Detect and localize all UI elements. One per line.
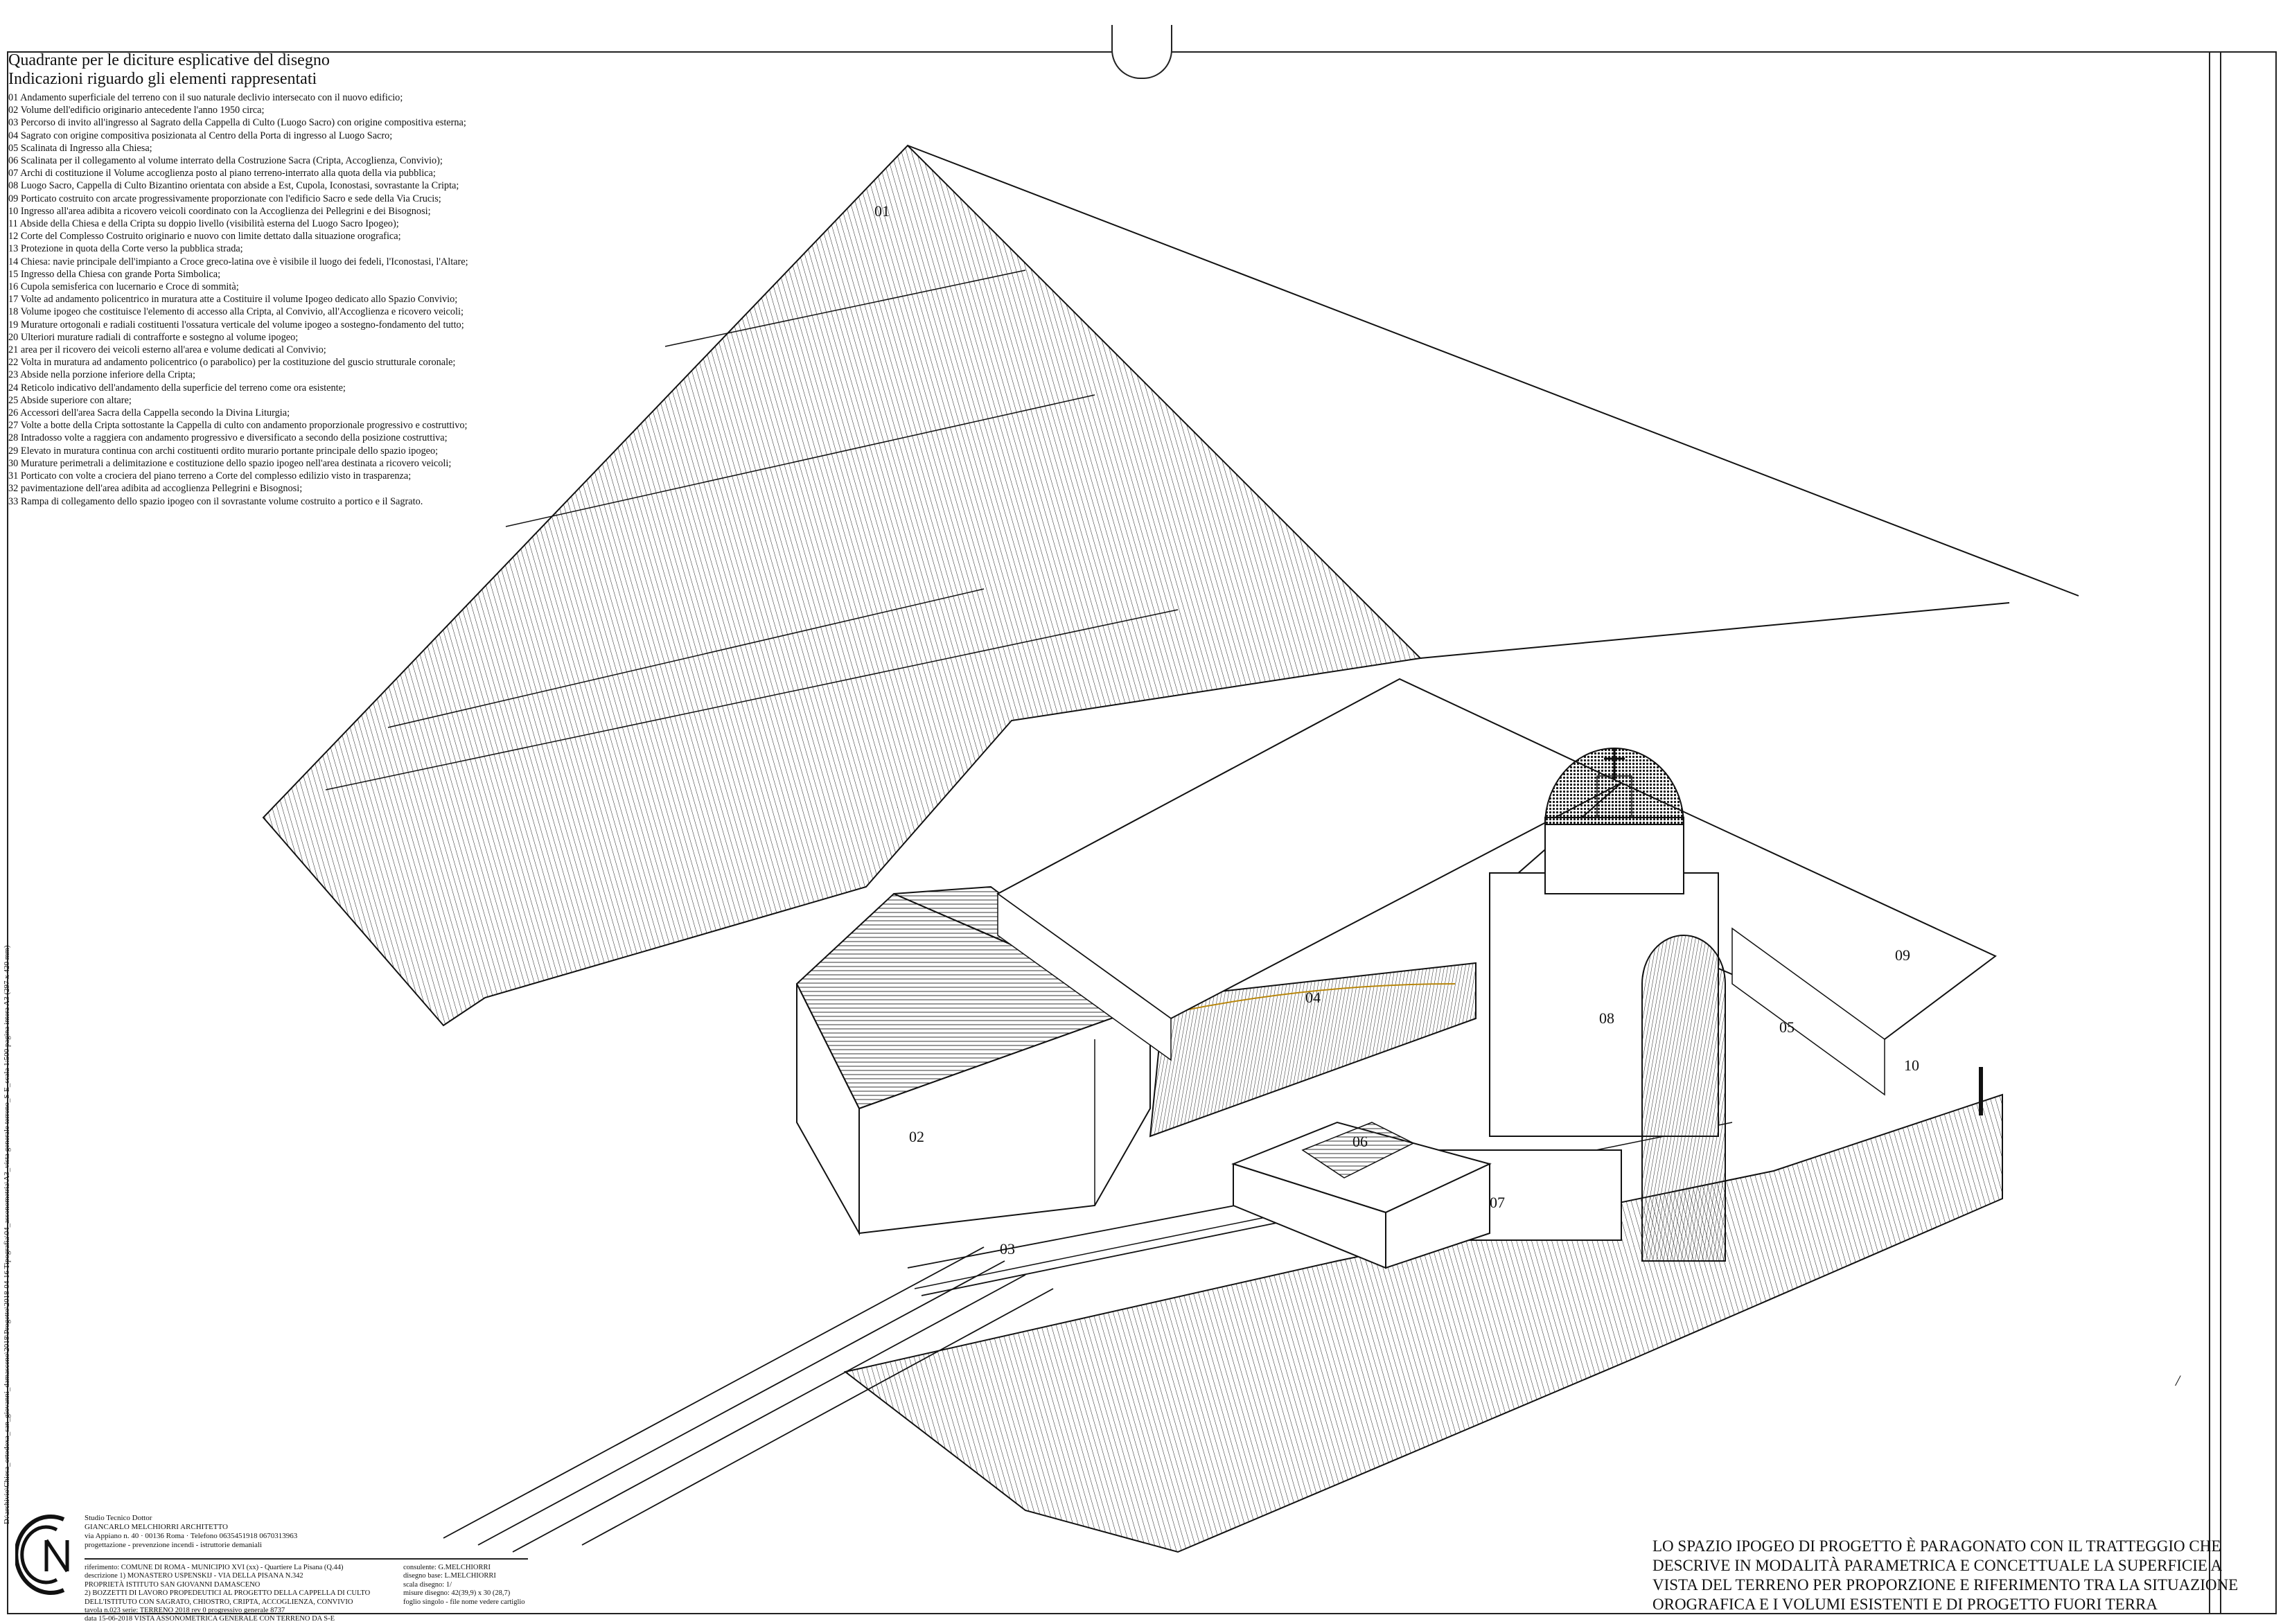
- studio-info: Studio Tecnico Dottor GIANCARLO MELCHIOR…: [85, 1514, 297, 1550]
- callout-01: 01: [874, 202, 890, 220]
- callout-06: 06: [1352, 1133, 1368, 1150]
- legend-item: 14 Chiesa: navie principale dell'impiant…: [8, 256, 468, 267]
- legend-item: 07 Archi di costituzione il Volume accog…: [8, 168, 436, 179]
- drawing-meta: consulente: G.MELCHIORRI disegno base: L…: [403, 1564, 525, 1607]
- legend-item: 31 Porticato con volte a crociera del pi…: [8, 470, 412, 482]
- title-block: Studio Tecnico Dottor GIANCARLO MELCHIOR…: [15, 1500, 542, 1623]
- legend-item: 27 Volte a botte della Cripta sottostant…: [8, 420, 468, 432]
- legend-item: 22 Volta in muratura ad andamento police…: [8, 357, 456, 369]
- legend-item: 26 Accessori dell'area Sacra della Cappe…: [8, 407, 290, 419]
- callout-02: 02: [909, 1128, 924, 1145]
- legend-item: 25 Abside superiore con altare;: [8, 394, 132, 406]
- chapel-lantern: [1596, 775, 1632, 818]
- legend-item: 23 Abside nella porzione inferiore della…: [8, 369, 195, 381]
- detail-line: PROPRIETÀ ISTITUTO SAN GIOVANNI DAMASCEN…: [85, 1580, 261, 1589]
- legend-item: 13 Protezione in quota della Corte verso…: [8, 243, 243, 255]
- legend-item: 01 Andamento superficiale del terreno co…: [8, 92, 403, 103]
- side-file-reference: D:\archivio\Chiesa_ortodoxa_san_giovanni…: [3, 945, 11, 1524]
- meta-line: disegno base: L.MELCHIORRI: [403, 1572, 496, 1580]
- legend-item: 19 Murature ortogonali e radiali costitu…: [8, 319, 464, 330]
- legend-item: 05 Scalinata di Ingresso alla Chiesa;: [8, 142, 152, 154]
- legend-subtitle: Indicazioni riguardo gli elementi rappre…: [8, 70, 317, 88]
- detail-line: tavola n.023 serie: TERRENO 2018 rev 0 p…: [85, 1607, 285, 1615]
- scale-mark: [1979, 1067, 1983, 1115]
- studio-logo-icon: [15, 1515, 69, 1595]
- legend-item: 09 Porticato costruito con arcate progre…: [8, 193, 441, 204]
- callout-03: 03: [1000, 1240, 1015, 1257]
- tick-mark: /: [2176, 1372, 2180, 1389]
- legend-title: Quadrante per le diciture esplicative de…: [8, 51, 330, 69]
- legend-item: 16 Cupola semisferica con lucernario e C…: [8, 281, 239, 293]
- legend-item: 02 Volume dell'edificio originario antec…: [8, 105, 265, 116]
- legend-item: 03 Percorso di invito all'ingresso al Sa…: [8, 117, 466, 129]
- studio-line: via Appiano n. 40 · 00136 Roma · Telefon…: [85, 1532, 298, 1540]
- hatching-note: LO SPAZIO IPOGEO DI PROGETTO È PARAGONAT…: [1652, 1537, 2239, 1613]
- chapel-apse: [1641, 935, 1726, 1262]
- legend-item: 11 Abside della Chiesa e della Cripta su…: [8, 218, 399, 230]
- project-details: riferimento: COMUNE DI ROMA - MUNICIPIO …: [85, 1564, 370, 1624]
- legend-item: 32 pavimentazione dell'area adibita ad a…: [8, 483, 303, 495]
- title-block-rule: [85, 1558, 528, 1560]
- legend-item: 21 area per il ricovero dei veicoli este…: [8, 344, 326, 356]
- legend-item: 08 Luogo Sacro, Cappella di Culto Bizant…: [8, 180, 459, 192]
- legend-item: 20 Ulteriori murature radiali di contraf…: [8, 331, 299, 343]
- meta-line: foglio singolo - file nome vedere cartig…: [403, 1598, 525, 1606]
- studio-line: GIANCARLO MELCHIORRI ARCHITETTO: [85, 1523, 228, 1531]
- terrain-right-edge: [1420, 602, 2010, 659]
- legend-item: 30 Murature perimetrali a delimitazione …: [8, 457, 452, 469]
- callout-09: 09: [1895, 946, 1910, 964]
- legend-item: 28 Intradosso volte a raggiera con andam…: [8, 432, 448, 444]
- legend-item: 18 Volume ipogeo che costituisce l'eleme…: [8, 306, 464, 318]
- callout-07: 07: [1490, 1194, 1505, 1211]
- chapel-drum: [1544, 817, 1684, 894]
- legend-item: 15 Ingresso della Chiesa con grande Port…: [8, 268, 221, 280]
- legend-item: 24 Reticolo indicativo dell'andamento de…: [8, 382, 346, 394]
- legend-item: 29 Elevato in muratura continua con arch…: [8, 445, 439, 457]
- studio-line: progettazione - prevenzione incendi - is…: [85, 1541, 262, 1549]
- legend-list: 01 Andamento superficiale del terreno co…: [8, 91, 604, 508]
- legend-panel: Quadrante per le diciture esplicative de…: [8, 51, 604, 508]
- legend-item: 06 Scalinata per il collegamento al volu…: [8, 155, 443, 167]
- callout-08: 08: [1599, 1009, 1614, 1027]
- legend-item: 17 Volte ad andamento policentrico in mu…: [8, 294, 458, 306]
- studio-line: Studio Tecnico Dottor: [85, 1514, 152, 1522]
- legend-item: 33 Rampa di collegamento dello spazio ip…: [8, 495, 423, 507]
- callout-05: 05: [1779, 1018, 1795, 1036]
- detail-line: DELL'ISTITUTO CON SAGRATO, CHIOSTRO, CRI…: [85, 1598, 353, 1606]
- detail-line: 2) BOZZETTI DI LAVORO PROPEDEUTICI AL PR…: [85, 1589, 371, 1598]
- legend-item: 04 Sagrato con origine compositiva posiz…: [8, 130, 393, 141]
- legend-item: 12 Corte del Complesso Costruito origina…: [8, 231, 401, 242]
- callout-10: 10: [1904, 1057, 1919, 1074]
- meta-line: misure disegno: 42(39,9) x 30 (28,7): [403, 1589, 511, 1598]
- callout-04: 04: [1305, 989, 1321, 1006]
- meta-line: consulente: G.MELCHIORRI: [403, 1564, 491, 1571]
- detail-line: descrizione 1) MONASTERO USPENSKIJ - VIA…: [85, 1572, 303, 1580]
- meta-line: scala disegno: 1/: [403, 1580, 452, 1589]
- legend-item: 10 Ingresso all'area adibita a ricovero …: [8, 205, 431, 217]
- detail-line: riferimento: COMUNE DI ROMA - MUNICIPIO …: [85, 1564, 344, 1571]
